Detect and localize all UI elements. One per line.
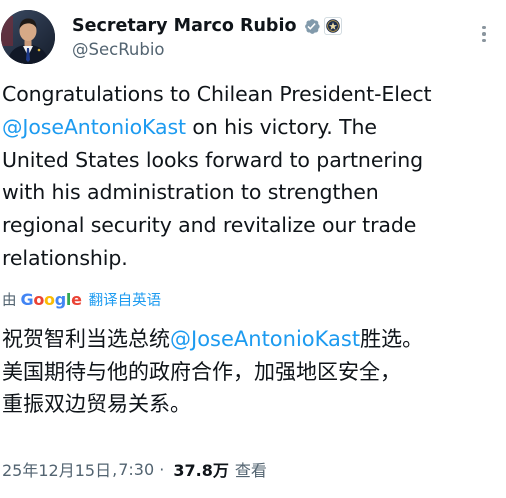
- tweet-header: Secretary Marco Rubio @SecRubio: [0, 10, 506, 66]
- mention-link[interactable]: @JoseAntonioKast: [170, 327, 360, 351]
- text-segment: relationship.: [2, 245, 128, 270]
- text-segment: Congratulations to Chilean President-Ele…: [2, 82, 432, 106]
- post-time[interactable]: 7:30: [118, 460, 154, 479]
- tweet-meta: 25年12月15日, 7:30 · 37.8万 查看: [2, 456, 267, 482]
- translation-attribution: 由 Google 翻译自英语: [2, 287, 161, 311]
- post-date[interactable]: 25年12月15日: [2, 457, 111, 481]
- translated-text-line: 重振双边贸易关系。: [2, 388, 502, 421]
- tweet-text-line: United States looks forward to partnerin…: [2, 144, 502, 177]
- text-segment: on his victory. The: [185, 114, 377, 139]
- meta-separator: ,: [112, 459, 118, 479]
- text-segment: 胜选。: [360, 327, 424, 351]
- logo-letter: e: [71, 289, 82, 309]
- logo-letter: g: [54, 289, 66, 309]
- text-segment: with his administration to strengthen: [2, 180, 379, 205]
- google-logo: Google: [21, 290, 82, 309]
- translated-text-line: 祝贺智利当选总统@JoseAntonioKast胜选。: [2, 323, 502, 356]
- views-label[interactable]: 查看: [235, 457, 267, 481]
- person-portrait-icon: [1, 10, 55, 64]
- display-name[interactable]: Secretary Marco Rubio: [72, 16, 296, 36]
- tweet-text-line: with his administration to strengthen: [2, 176, 502, 209]
- more-options-icon[interactable]: [472, 22, 496, 46]
- logo-letter: G: [20, 289, 34, 309]
- tweet-text: Congratulations to Chilean President-Ele…: [2, 78, 502, 275]
- translated-from-link[interactable]: 翻译自英语: [89, 289, 162, 310]
- logo-letter: o: [44, 289, 55, 309]
- tweet-text-line: Congratulations to Chilean President-Ele…: [2, 78, 502, 111]
- text-segment: regional security and revitalize our tra…: [2, 213, 417, 238]
- meta-dot: ·: [154, 459, 170, 479]
- more-dot: [482, 32, 486, 36]
- verified-badge-icon[interactable]: [302, 17, 321, 36]
- text-segment: 祝贺智利当选总统: [2, 327, 170, 351]
- translated-text: 祝贺智利当选总统@JoseAntonioKast胜选。 美国期待与他的政府合作，…: [2, 323, 502, 421]
- mention-link[interactable]: @JoseAntonioKast: [2, 115, 186, 139]
- author-name-row: Secretary Marco Rubio: [72, 14, 343, 38]
- text-segment: 重振双边贸易关系。: [2, 392, 191, 416]
- avatar[interactable]: [1, 10, 55, 64]
- views-count[interactable]: 37.8万: [173, 457, 228, 481]
- department-of-state-seal-icon[interactable]: [324, 17, 343, 35]
- translated-by-label: 由: [2, 292, 17, 309]
- more-dot: [482, 25, 486, 30]
- logo-letter: o: [33, 289, 45, 309]
- text-segment: United States looks forward to partnerin…: [2, 147, 424, 172]
- more-dot: [482, 38, 486, 43]
- author-handle[interactable]: @SecRubio: [72, 40, 165, 59]
- tweet-text-line: @JoseAntonioKast on his victory. The: [2, 111, 502, 144]
- tweet-text-line: regional security and revitalize our tra…: [2, 209, 502, 242]
- text-segment: 美国期待与他的政府合作，加强地区安全，: [2, 359, 401, 384]
- translated-text-line: 美国期待与他的政府合作，加强地区安全，: [2, 356, 502, 389]
- tweet-text-line: relationship.: [2, 242, 502, 275]
